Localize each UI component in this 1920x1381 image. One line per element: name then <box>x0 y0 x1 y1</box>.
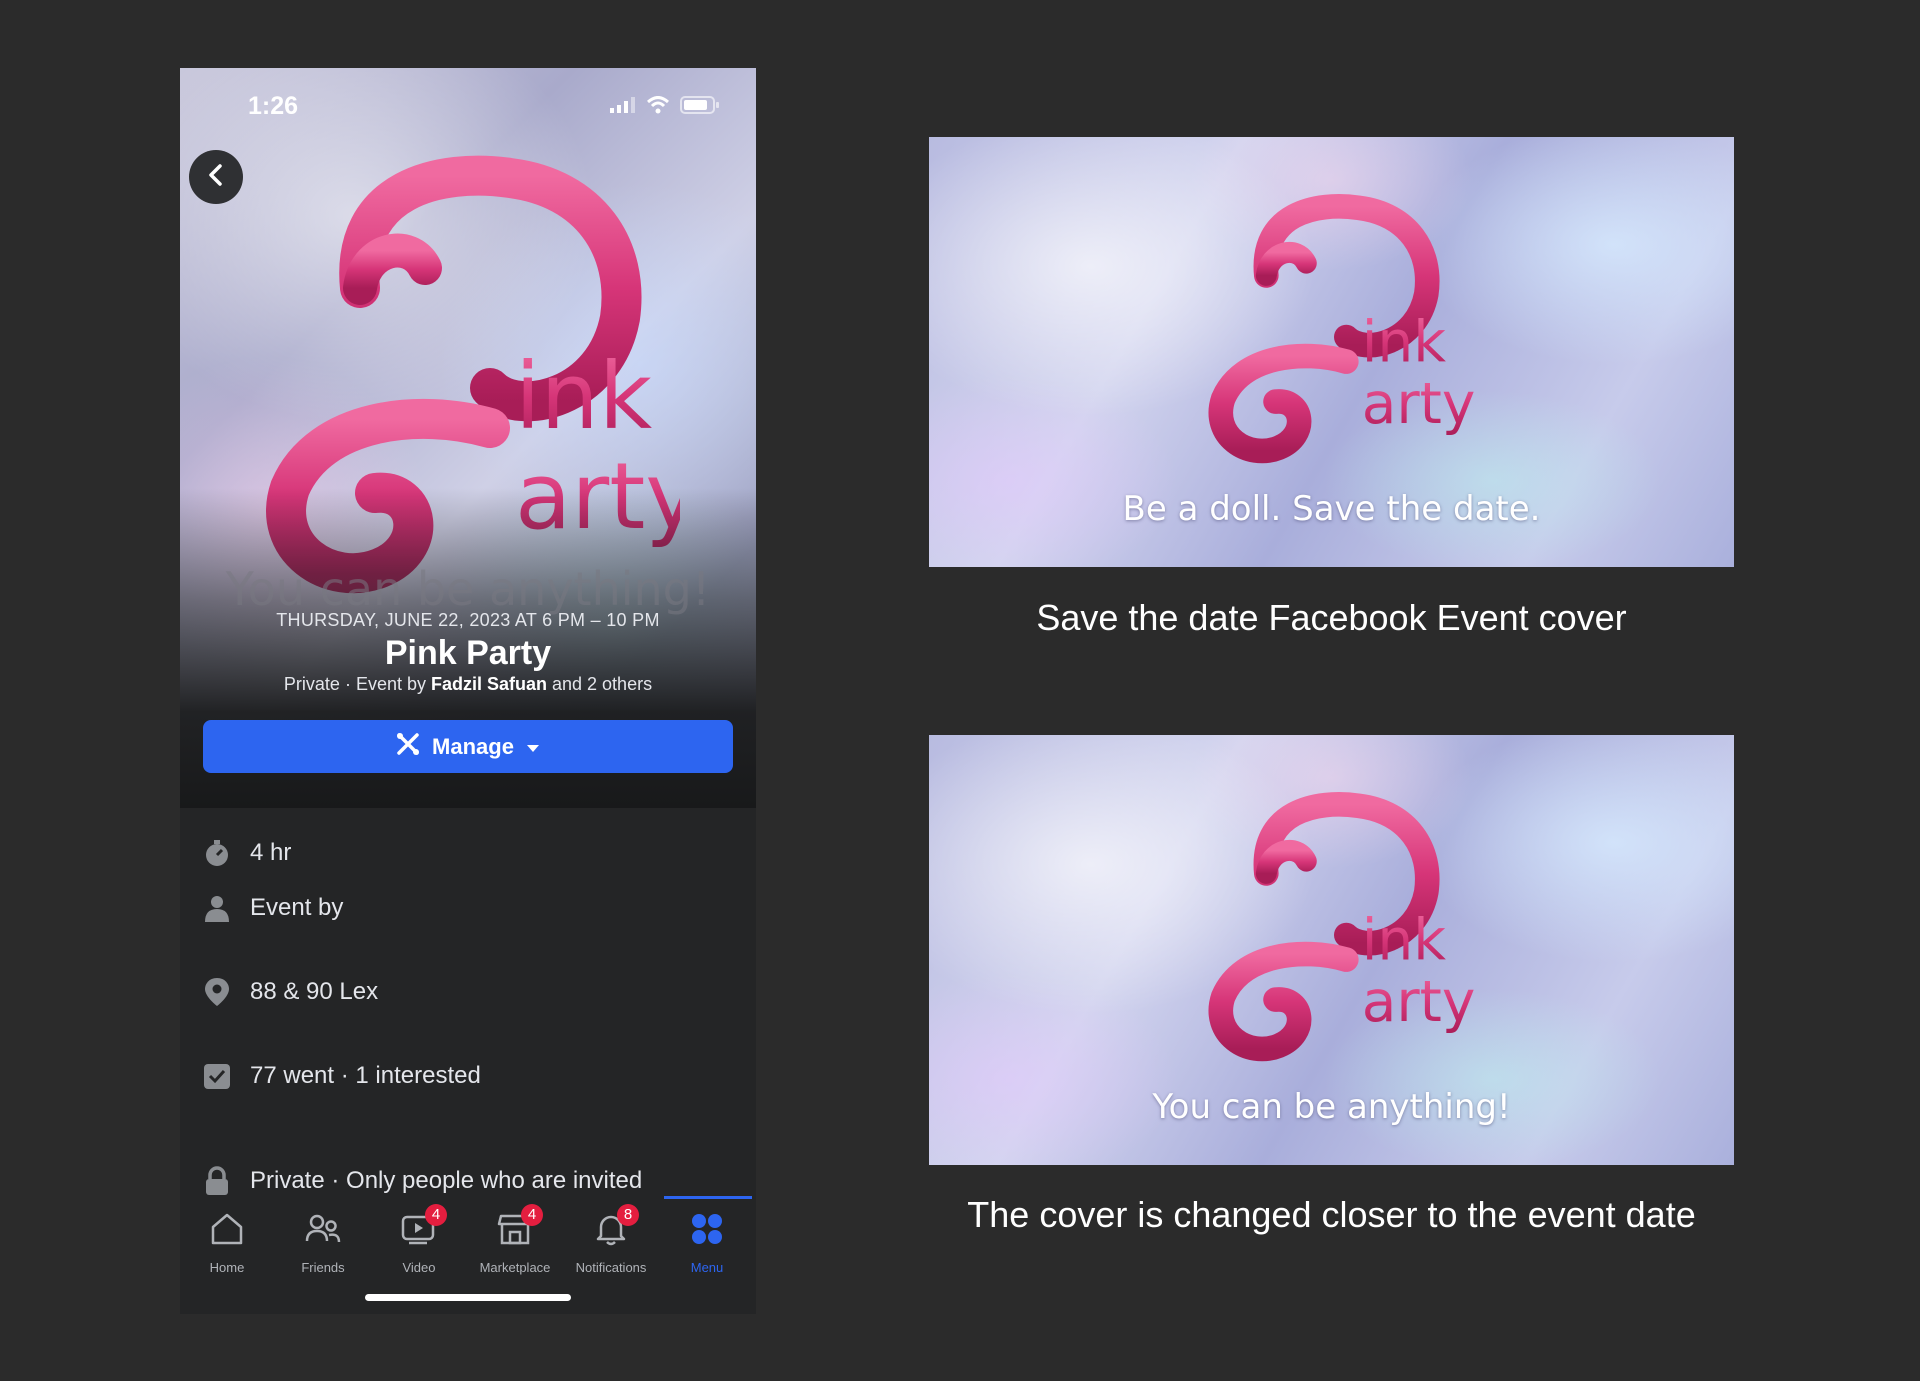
event-others-text: and 2 others <box>547 674 653 694</box>
signal-icon <box>610 97 636 118</box>
detail-duration: 4 hr <box>202 838 291 868</box>
tab-label: Marketplace <box>479 1260 551 1275</box>
event-date: THURSDAY, JUNE 22, 2023 AT 6 PM – 10 PM <box>276 610 660 630</box>
tab-notifications[interactable]: 8 Notifications <box>565 1204 657 1275</box>
phone-screenshot: ink arty 1:26 You can be anything! THURS… <box>180 68 756 1314</box>
detail-privacy: Private · Only people who are invited <box>202 1166 642 1196</box>
marketplace-badge: 4 <box>521 1204 543 1226</box>
caret-down-icon <box>526 734 540 760</box>
tab-label: Friends <box>301 1260 345 1275</box>
detail-text: Private · Only people who are invited <box>250 1167 643 1194</box>
detail-text: 77 went · 1 interested <box>250 1062 481 1089</box>
tab-label: Video <box>402 1260 436 1275</box>
back-button[interactable] <box>189 150 243 204</box>
cover-caption: Save the date Facebook Event cover <box>1036 597 1627 638</box>
event-title: Pink Party <box>384 634 552 672</box>
status-bar: 1:26 <box>180 68 756 148</box>
tab-home[interactable]: Home <box>181 1208 273 1275</box>
checkbox-icon <box>202 1061 232 1091</box>
chevron-left-icon <box>206 163 226 192</box>
tools-icon <box>396 732 420 762</box>
battery-icon <box>680 96 720 119</box>
event-details-list: 4 hr Event by 88 & 90 Lex 77 went · 1 in… <box>180 808 756 1228</box>
detail-text: Event by <box>250 894 344 921</box>
status-time: 1:26 <box>248 92 299 120</box>
manage-label: Manage <box>432 733 514 759</box>
detail-attendance[interactable]: 77 went · 1 interested <box>202 1061 481 1091</box>
home-icon <box>210 1212 244 1249</box>
event-host-link[interactable]: Fadzil Safuan <box>431 674 547 694</box>
detail-text: 88 & 90 Lex <box>250 978 379 1005</box>
tab-menu[interactable]: Menu <box>661 1208 753 1275</box>
video-badge: 4 <box>425 1204 447 1226</box>
cover-tagline: You can be anything! <box>1152 1087 1511 1127</box>
event-day-cover: ink arty You can be anything! <box>929 735 1734 1165</box>
active-tab-indicator <box>664 1196 752 1199</box>
tab-label: Menu <box>690 1260 724 1275</box>
cover-tagline: You can be anything! <box>225 562 711 616</box>
tab-video[interactable]: 4 Video <box>373 1204 465 1275</box>
event-subtitle: Private · Event by Fadzil Safuan and 2 o… <box>180 674 756 695</box>
menu-grid-icon <box>690 1212 724 1249</box>
cover-caption: The cover is changed closer to the event… <box>967 1194 1696 1235</box>
lock-icon <box>202 1166 232 1196</box>
home-indicator <box>365 1294 571 1301</box>
person-icon <box>202 893 232 923</box>
notifications-badge: 8 <box>617 1204 639 1226</box>
detail-location[interactable]: 88 & 90 Lex <box>202 977 378 1007</box>
tab-marketplace[interactable]: 4 Marketplace <box>469 1204 561 1275</box>
tab-label: Home <box>209 1260 245 1275</box>
cover-tagline: Be a doll. Save the date. <box>1122 489 1541 529</box>
manage-button[interactable]: Manage <box>203 720 733 773</box>
event-privacy-text: Private · Event by <box>283 674 431 694</box>
pink-party-logo: ink arty <box>1184 177 1484 497</box>
tab-friends[interactable]: Friends <box>277 1208 369 1275</box>
detail-text: 4 hr <box>250 839 292 866</box>
svg-text:arty: arty <box>1362 969 1476 1035</box>
pink-party-logo: ink arty <box>1184 775 1484 1095</box>
detail-host: Event by <box>202 893 343 923</box>
svg-text:arty: arty <box>1362 371 1476 437</box>
tab-label: Notifications <box>575 1260 647 1275</box>
svg-text:ink: ink <box>515 343 653 450</box>
save-the-date-cover: ink arty Be a doll. Save the date. <box>929 137 1734 567</box>
wifi-icon <box>646 96 670 119</box>
location-pin-icon <box>202 977 232 1007</box>
stopwatch-icon <box>202 838 232 868</box>
svg-text:ink: ink <box>1362 310 1447 376</box>
friends-icon <box>305 1213 341 1248</box>
svg-text:ink: ink <box>1362 908 1447 974</box>
